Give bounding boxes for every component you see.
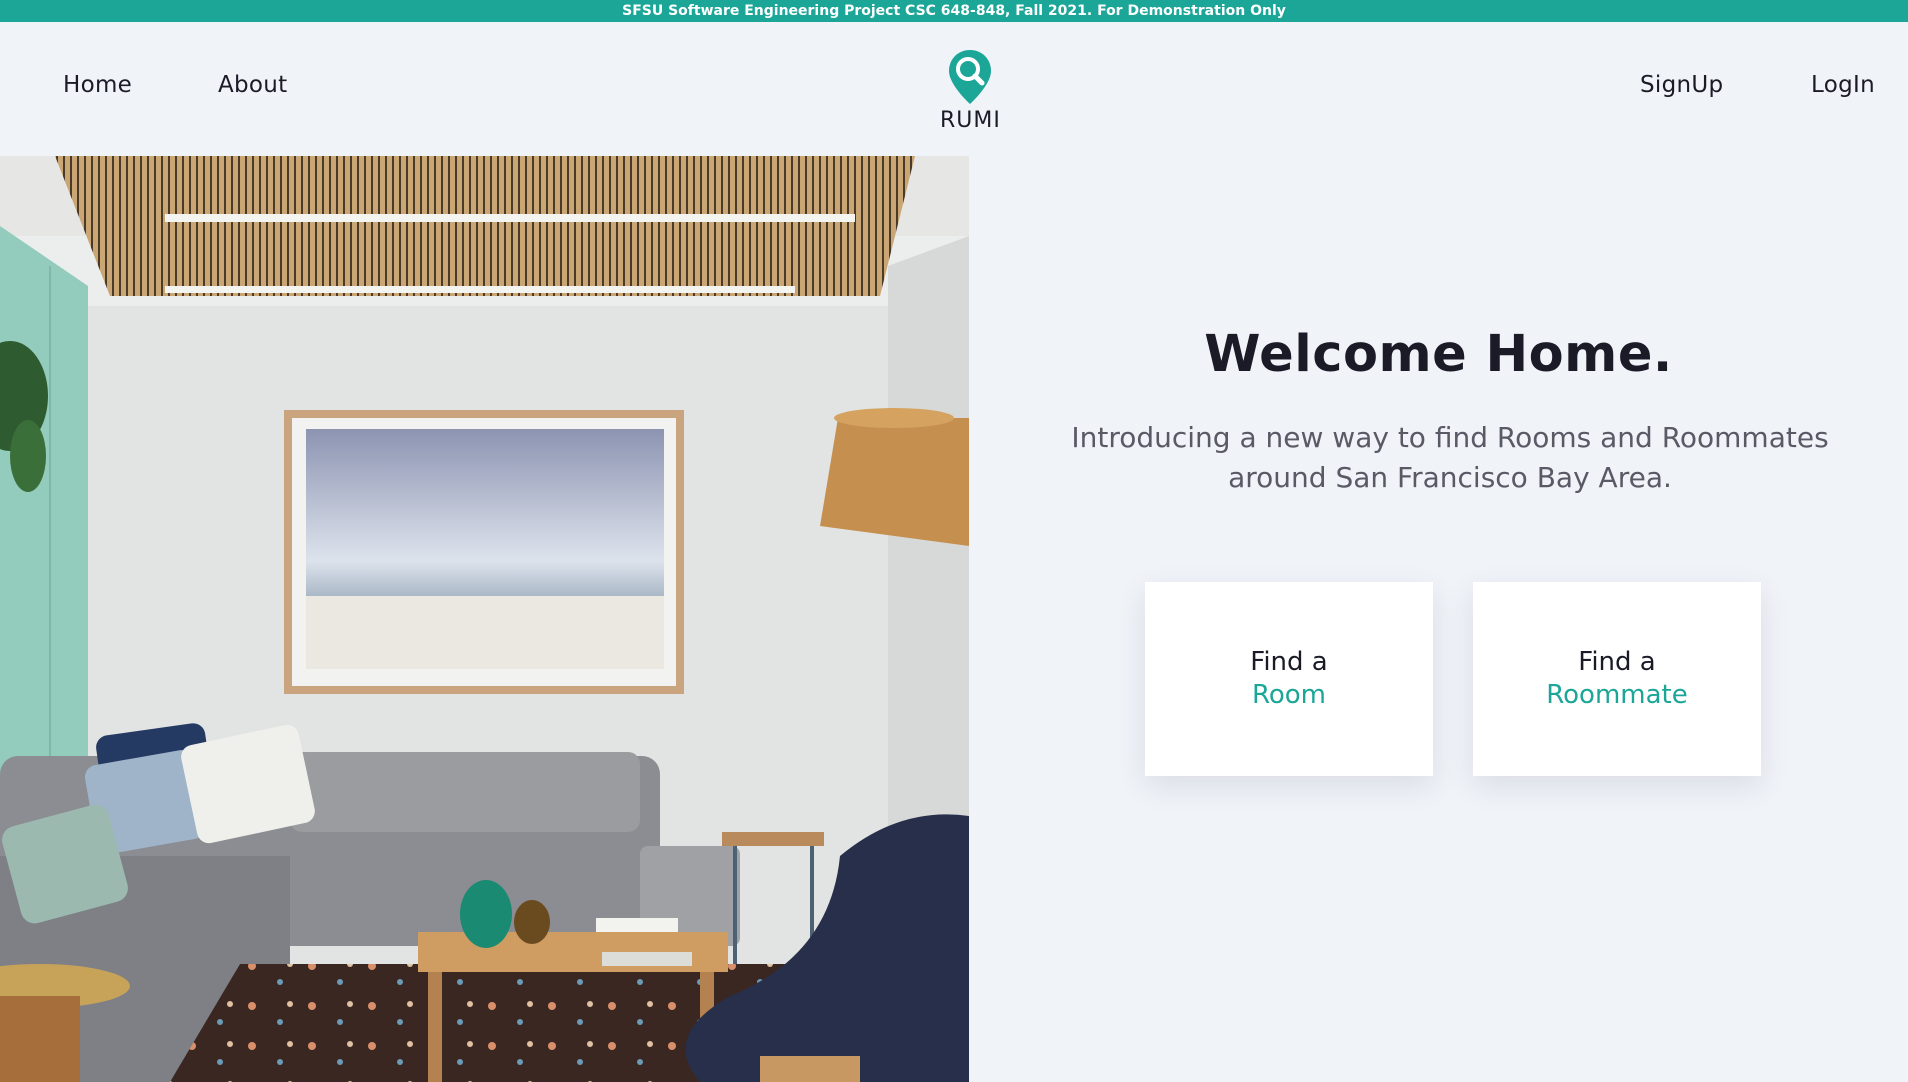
find-room-line1: Find a <box>1250 647 1328 677</box>
welcome-title: Welcome Home. <box>1204 325 1673 384</box>
find-roommate-line1: Find a <box>1578 647 1656 677</box>
find-room-line2: Room <box>1251 680 1327 710</box>
intro-text: Introducing a new way to find Rooms and … <box>1071 421 1829 494</box>
nav-about-link[interactable]: About <box>218 72 288 98</box>
demo-banner: SFSU Software Engineering Project CSC 64… <box>0 0 1908 22</box>
nav-login-link[interactable]: LogIn <box>1811 72 1875 98</box>
find-roommate-card[interactable]: Find a Roommate <box>1473 582 1761 776</box>
nav-home-link[interactable]: Home <box>63 72 132 98</box>
logo-text: RUMI <box>940 108 1001 133</box>
top-navigation: Home About RUMI SignUp LogIn <box>0 22 1908 156</box>
find-room-card[interactable]: Find a Room <box>1145 582 1433 776</box>
living-room-photo <box>0 156 969 1082</box>
nav-signup-link[interactable]: SignUp <box>1640 72 1723 98</box>
find-roommate-line2: Roommate <box>1546 680 1688 710</box>
rumi-logo[interactable]: RUMI <box>940 48 1000 133</box>
map-pin-search-icon <box>949 50 991 104</box>
